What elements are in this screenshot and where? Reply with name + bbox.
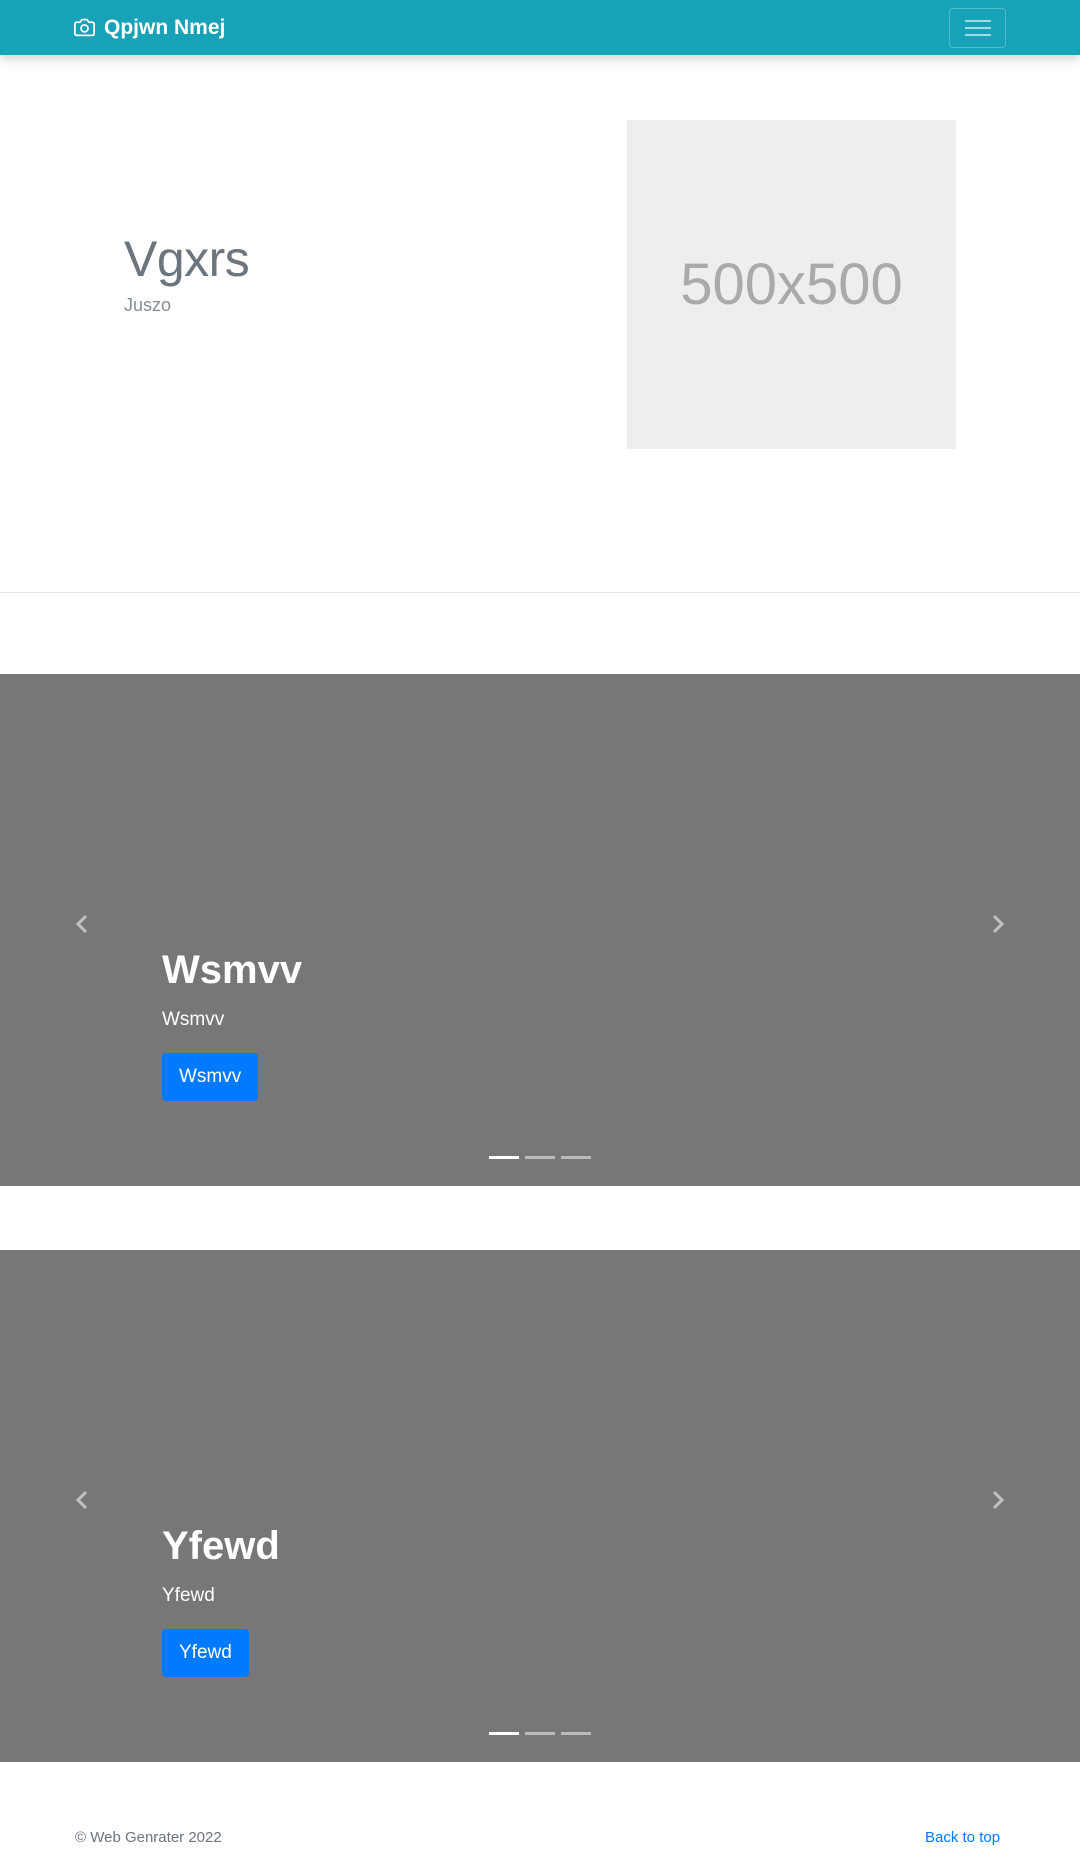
carousel-indicators <box>489 1156 591 1159</box>
carousel-caption: Yfewd Yfewd Yfewd <box>162 1522 280 1677</box>
chevron-left-icon <box>75 1490 88 1510</box>
carousel-indicator-2[interactable] <box>525 1156 555 1159</box>
caption-button[interactable]: Yfewd <box>162 1629 249 1677</box>
navbar-toggler-button[interactable] <box>949 8 1006 48</box>
carousel-next-button[interactable] <box>988 912 1008 936</box>
brand-text: Qpjwn Nmej <box>104 15 226 39</box>
carousel-indicator-1[interactable] <box>489 1732 519 1735</box>
footer-copyright: © Web Genrater 2022 <box>75 1829 222 1846</box>
chevron-right-icon <box>992 914 1005 934</box>
chevron-left-icon <box>75 914 88 934</box>
caption-title: Wsmvv <box>162 948 303 992</box>
carousel-2: Yfewd Yfewd Yfewd <box>0 1250 1080 1762</box>
section-divider <box>0 592 1080 593</box>
hero-subtitle: Juszo <box>124 295 172 315</box>
navbar: Qpjwn Nmej <box>0 0 1080 55</box>
carousel-indicator-3[interactable] <box>561 1156 591 1159</box>
hero-title: Vgxrs <box>124 231 250 287</box>
hamburger-menu-icon <box>964 20 991 36</box>
placeholder-text: 500x500 <box>680 252 903 317</box>
carousel-indicator-2[interactable] <box>525 1732 555 1735</box>
carousel-caption: Wsmvv Wsmvv Wsmvv <box>162 946 302 1101</box>
brand-link[interactable]: Qpjwn Nmej <box>74 0 225 55</box>
carousel-indicator-3[interactable] <box>561 1732 591 1735</box>
carousel-prev-button[interactable] <box>72 912 92 936</box>
caption-button[interactable]: Wsmvv <box>162 1053 259 1101</box>
placeholder-image: 500x500 <box>627 120 956 449</box>
carousel-1: Wsmvv Wsmvv Wsmvv <box>0 674 1080 1186</box>
camera-icon <box>74 18 95 37</box>
carousel-indicators <box>489 1732 591 1735</box>
caption-title: Yfewd <box>162 1524 280 1568</box>
hero-section: Vgxrs Juszo 500x500 <box>0 55 1080 593</box>
caption-text: Yfewd <box>162 1585 215 1606</box>
carousel-next-button[interactable] <box>988 1488 1008 1512</box>
caption-text: Wsmvv <box>162 1009 225 1030</box>
chevron-right-icon <box>992 1490 1005 1510</box>
carousel-prev-button[interactable] <box>72 1488 92 1512</box>
carousel-indicator-1[interactable] <box>489 1156 519 1159</box>
back-to-top-link[interactable]: Back to top <box>925 1829 1000 1846</box>
